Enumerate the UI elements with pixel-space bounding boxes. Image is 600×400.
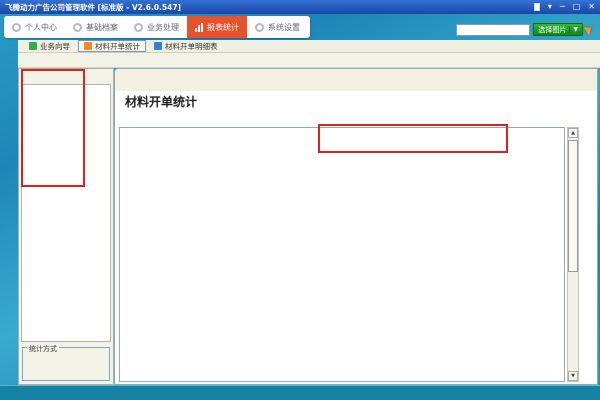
maximize-button[interactable]: □ [573,3,581,11]
grid-icon [29,42,37,50]
window-title: 飞腾动力广告公司管理软件 [标准版 - V2.6.0.547] [5,2,181,13]
stat-mode-groupbox: 统计方式 [22,347,110,381]
nav-item-label: 报表统计 [207,22,239,33]
minimize-button[interactable]: ─ [560,3,565,11]
cursor-arrow-icon [584,24,594,36]
tab-label: 材料开单统计 [95,41,140,52]
status-bar [0,385,600,400]
bar-chart-icon [195,23,203,32]
tab-材料开单明细表[interactable]: 材料开单明细表 [149,40,223,52]
scroll-up-icon[interactable]: ▲ [568,128,578,138]
close-button[interactable]: ✕ [588,3,595,11]
circle-icon [12,23,21,32]
stat-mode-label: 统计方式 [27,344,59,354]
image-path-input[interactable] [456,24,530,36]
nav-item-label: 系统设置 [268,22,300,33]
category-tree [21,84,111,342]
select-image-button[interactable]: 选择图片 ▼ [533,23,583,36]
nav-item-报表统计[interactable]: 报表统计 [187,16,247,38]
material-table [119,127,565,382]
nav-band: 个人中心 基础档案 业务处理 报表统计 系统设置 选择图片 ▼ [0,14,600,40]
title-bar: 飞腾动力广告公司管理软件 [标准版 - V2.6.0.547] ▾ ─ □ ✕ [0,0,600,14]
page-icon[interactable] [534,3,540,11]
nav-item-基础档案[interactable]: 基础档案 [65,16,126,38]
nav-item-label: 个人中心 [25,22,57,33]
circle-icon [255,23,264,32]
report-tab-bar: 业务向导 材料开单统计 材料开单明细表 [18,40,600,53]
category-panel: 统计方式 [18,68,114,385]
grid-icon [84,42,92,50]
scroll-down-icon[interactable]: ▼ [568,371,578,381]
chevron-down-icon[interactable]: ▾ [548,3,552,11]
nav-item-label: 业务处理 [147,22,179,33]
report-title: 材料开单统计 [125,93,197,110]
tab-label: 业务向导 [40,41,70,52]
chevron-down-icon[interactable]: ▼ [569,26,578,33]
nav-item-系统设置[interactable]: 系统设置 [247,16,308,38]
nav-item-个人中心[interactable]: 个人中心 [4,16,65,38]
scrollbar-thumb[interactable] [568,140,578,272]
main-nav: 个人中心 基础档案 业务处理 报表统计 系统设置 [4,16,310,38]
circle-icon [134,23,143,32]
tab-业务向导[interactable]: 业务向导 [24,40,75,52]
grid-icon [154,42,162,50]
circle-icon [73,23,82,32]
toolbar [18,53,600,68]
report-area: 材料开单统计 ▲ ▼ [114,68,598,385]
nav-item-label: 基础档案 [86,22,118,33]
tab-材料开单统计[interactable]: 材料开单统计 [78,40,146,52]
tab-label: 材料开单明细表 [165,41,218,52]
filter-strip [115,69,597,91]
nav-item-业务处理[interactable]: 业务处理 [126,16,187,38]
vertical-scrollbar[interactable]: ▲ ▼ [567,127,579,382]
